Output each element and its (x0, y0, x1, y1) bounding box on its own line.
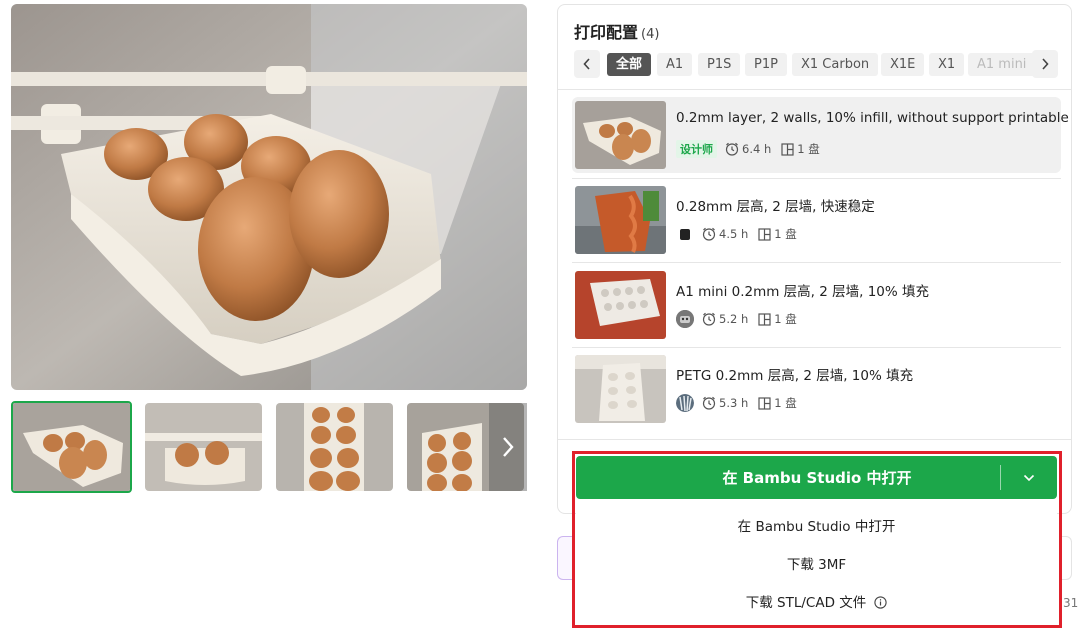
profile-item[interactable]: A1 mini 0.2mm 层高, 2 层墙, 10% 填充 5.2 h 1 盘 (572, 267, 1061, 343)
print-time: 6.4 h (725, 142, 771, 156)
info-circle-icon[interactable] (874, 596, 887, 613)
plate-icon (781, 142, 794, 156)
secondary-button-edge[interactable] (557, 536, 575, 580)
open-options-dropdown: 在 Bambu Studio 中打开 下载 3MF 下载 STL/CAD 文件 (576, 500, 1057, 624)
print-profiles-panel: 打印配置 (4) 全部 A1 P1S P1P X1 Carbon X1E X1 A… (557, 4, 1072, 514)
chevron-left-icon (583, 58, 590, 70)
row-divider (572, 262, 1061, 263)
profile-name: 0.28mm 层高, 2 层墙, 快速稳定 (676, 199, 875, 215)
filter-prev-button[interactable] (574, 50, 600, 78)
plate-count: 1 盘 (781, 141, 820, 157)
profile-meta: 5.3 h 1 盘 (676, 394, 807, 412)
profile-item[interactable]: 0.28mm 层高, 2 层墙, 快速稳定 4.5 h 1 盘 (572, 182, 1061, 258)
plate-count: 1 盘 (758, 226, 797, 242)
plate-icon (758, 396, 771, 410)
filter-chip-a1-mini[interactable]: A1 mini (968, 53, 1036, 76)
profile-item[interactable]: 0.2mm layer, 2 walls, 10% infill, withou… (572, 97, 1069, 173)
print-time-value: 5.3 h (719, 396, 749, 410)
profile-item[interactable]: PETG 0.2mm 层高, 2 层墙, 10% 填充 5.3 h 1 盘 (572, 351, 1061, 427)
filter-chip-x1e[interactable]: X1E (881, 53, 925, 76)
print-time: 5.2 h (702, 312, 748, 326)
header-divider (558, 89, 1071, 90)
clock-icon (725, 142, 739, 156)
print-time: 5.3 h (702, 396, 748, 410)
user-avatar (680, 228, 690, 240)
open-in-bambu-studio-button[interactable]: 在 Bambu Studio 中打开 (576, 456, 1057, 499)
profile-name: 0.2mm layer, 2 walls, 10% infill, withou… (676, 110, 1069, 126)
open-button-label: 在 Bambu Studio 中打开 (722, 469, 912, 487)
profile-meta: 5.2 h 1 盘 (676, 310, 807, 328)
row-divider (572, 347, 1061, 348)
printer-filter-row: 全部 A1 P1S P1P X1 Carbon X1E X1 A1 mini (574, 50, 1058, 78)
plate-count-value: 1 盘 (774, 227, 797, 241)
clock-icon (702, 312, 716, 326)
menu-item-download-stl-cad[interactable]: 下载 STL/CAD 文件 (576, 591, 1057, 613)
page: 打印配置 (4) 全部 A1 P1S P1P X1 Carbon X1E X1 A… (0, 0, 1080, 628)
secondary-panel-edge (1060, 536, 1072, 580)
plate-icon (758, 227, 771, 241)
menu-item-label: 下载 3MF (786, 557, 847, 573)
row-divider (572, 178, 1061, 179)
print-time-value: 5.2 h (719, 312, 749, 326)
profile-name: PETG 0.2mm 层高, 2 层墙, 10% 填充 (676, 368, 914, 384)
thumbnail-next-button[interactable] (489, 403, 527, 491)
partial-counter: 31 (1063, 596, 1079, 610)
plate-icon (758, 312, 771, 326)
chevron-down-icon (1023, 474, 1035, 481)
filter-chip-a1[interactable]: A1 (657, 53, 693, 76)
print-time: 4.5 h (702, 227, 748, 241)
panel-title: 打印配置 (4) (574, 19, 659, 43)
main-product-image[interactable] (11, 4, 527, 390)
thumbnail-3[interactable] (276, 403, 393, 491)
user-avatar (676, 394, 694, 412)
filter-chip-x1-carbon[interactable]: X1 Carbon (792, 53, 879, 76)
profile-thumbnail (575, 186, 666, 254)
profile-name: A1 mini 0.2mm 层高, 2 层墙, 10% 填充 (676, 284, 930, 300)
plate-count-value: 1 盘 (774, 396, 797, 410)
print-time-value: 6.4 h (742, 142, 772, 156)
clock-icon (702, 396, 716, 410)
plate-count: 1 盘 (758, 395, 797, 411)
filter-next-button[interactable] (1032, 50, 1058, 78)
chevron-right-icon (1042, 58, 1049, 70)
filter-chip-x1[interactable]: X1 (929, 53, 965, 76)
filter-chip-p1s[interactable]: P1S (698, 53, 741, 76)
profile-count: (4) (641, 27, 660, 42)
menu-item-label: 下载 STL/CAD 文件 (745, 595, 867, 611)
thumbnail-1[interactable] (11, 401, 132, 493)
thumbnail-strip (11, 401, 527, 493)
print-time-value: 4.5 h (719, 227, 749, 241)
profile-meta: 设计师 6.4 h 1 盘 (676, 140, 830, 158)
plate-count-value: 1 盘 (797, 142, 820, 156)
profile-thumbnail (575, 355, 666, 423)
list-bottom-divider (558, 439, 1071, 440)
profile-thumbnail (575, 271, 666, 339)
filter-chip-all[interactable]: 全部 (607, 53, 652, 76)
clock-icon (702, 227, 716, 241)
menu-item-label: 在 Bambu Studio 中打开 (737, 519, 896, 535)
thumbnail-2[interactable] (145, 403, 262, 491)
plate-count: 1 盘 (758, 311, 797, 327)
profile-thumbnail (575, 101, 666, 169)
filter-chip-p1p[interactable]: P1P (745, 53, 787, 76)
plate-count-value: 1 盘 (774, 312, 797, 326)
chevron-right-icon (503, 437, 514, 457)
open-options-toggle[interactable] (1001, 456, 1057, 499)
panel-title-text: 打印配置 (574, 23, 639, 42)
menu-item-open-in-bambu-studio[interactable]: 在 Bambu Studio 中打开 (576, 515, 1057, 535)
profile-meta: 4.5 h 1 盘 (676, 225, 807, 243)
menu-item-download-3mf[interactable]: 下载 3MF (576, 553, 1057, 573)
designer-badge: 设计师 (676, 140, 717, 158)
user-avatar (676, 310, 694, 328)
